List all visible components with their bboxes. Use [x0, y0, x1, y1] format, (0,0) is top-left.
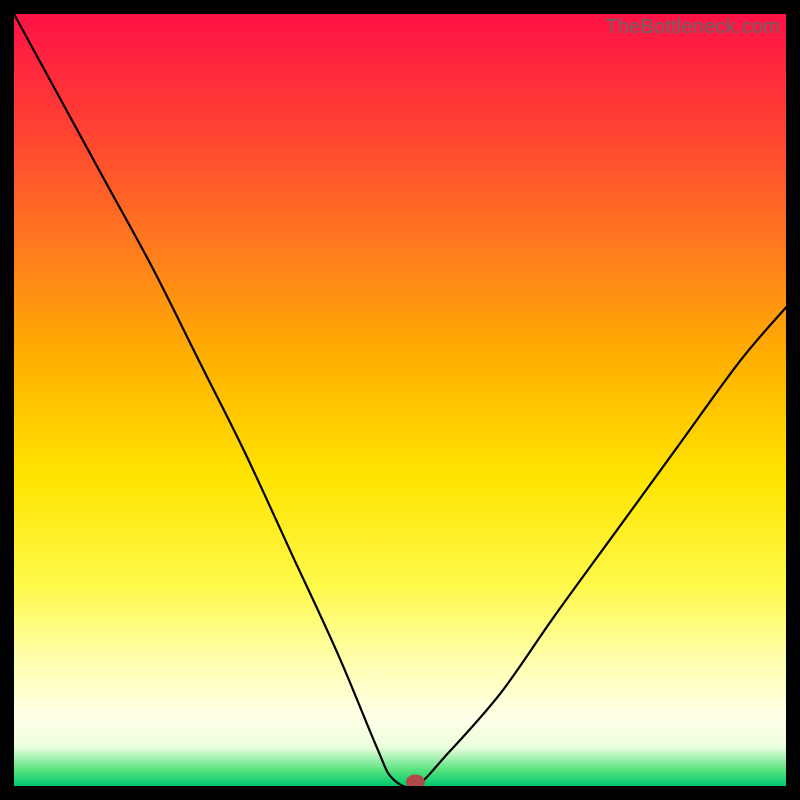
- bottleneck-curve: [14, 14, 786, 786]
- watermark-text: TheBottleneck.com: [605, 16, 780, 39]
- plot-area: TheBottleneck.com: [14, 14, 786, 786]
- chart-frame: TheBottleneck.com: [0, 0, 800, 800]
- curve-path: [14, 14, 786, 786]
- min-marker: [406, 775, 424, 786]
